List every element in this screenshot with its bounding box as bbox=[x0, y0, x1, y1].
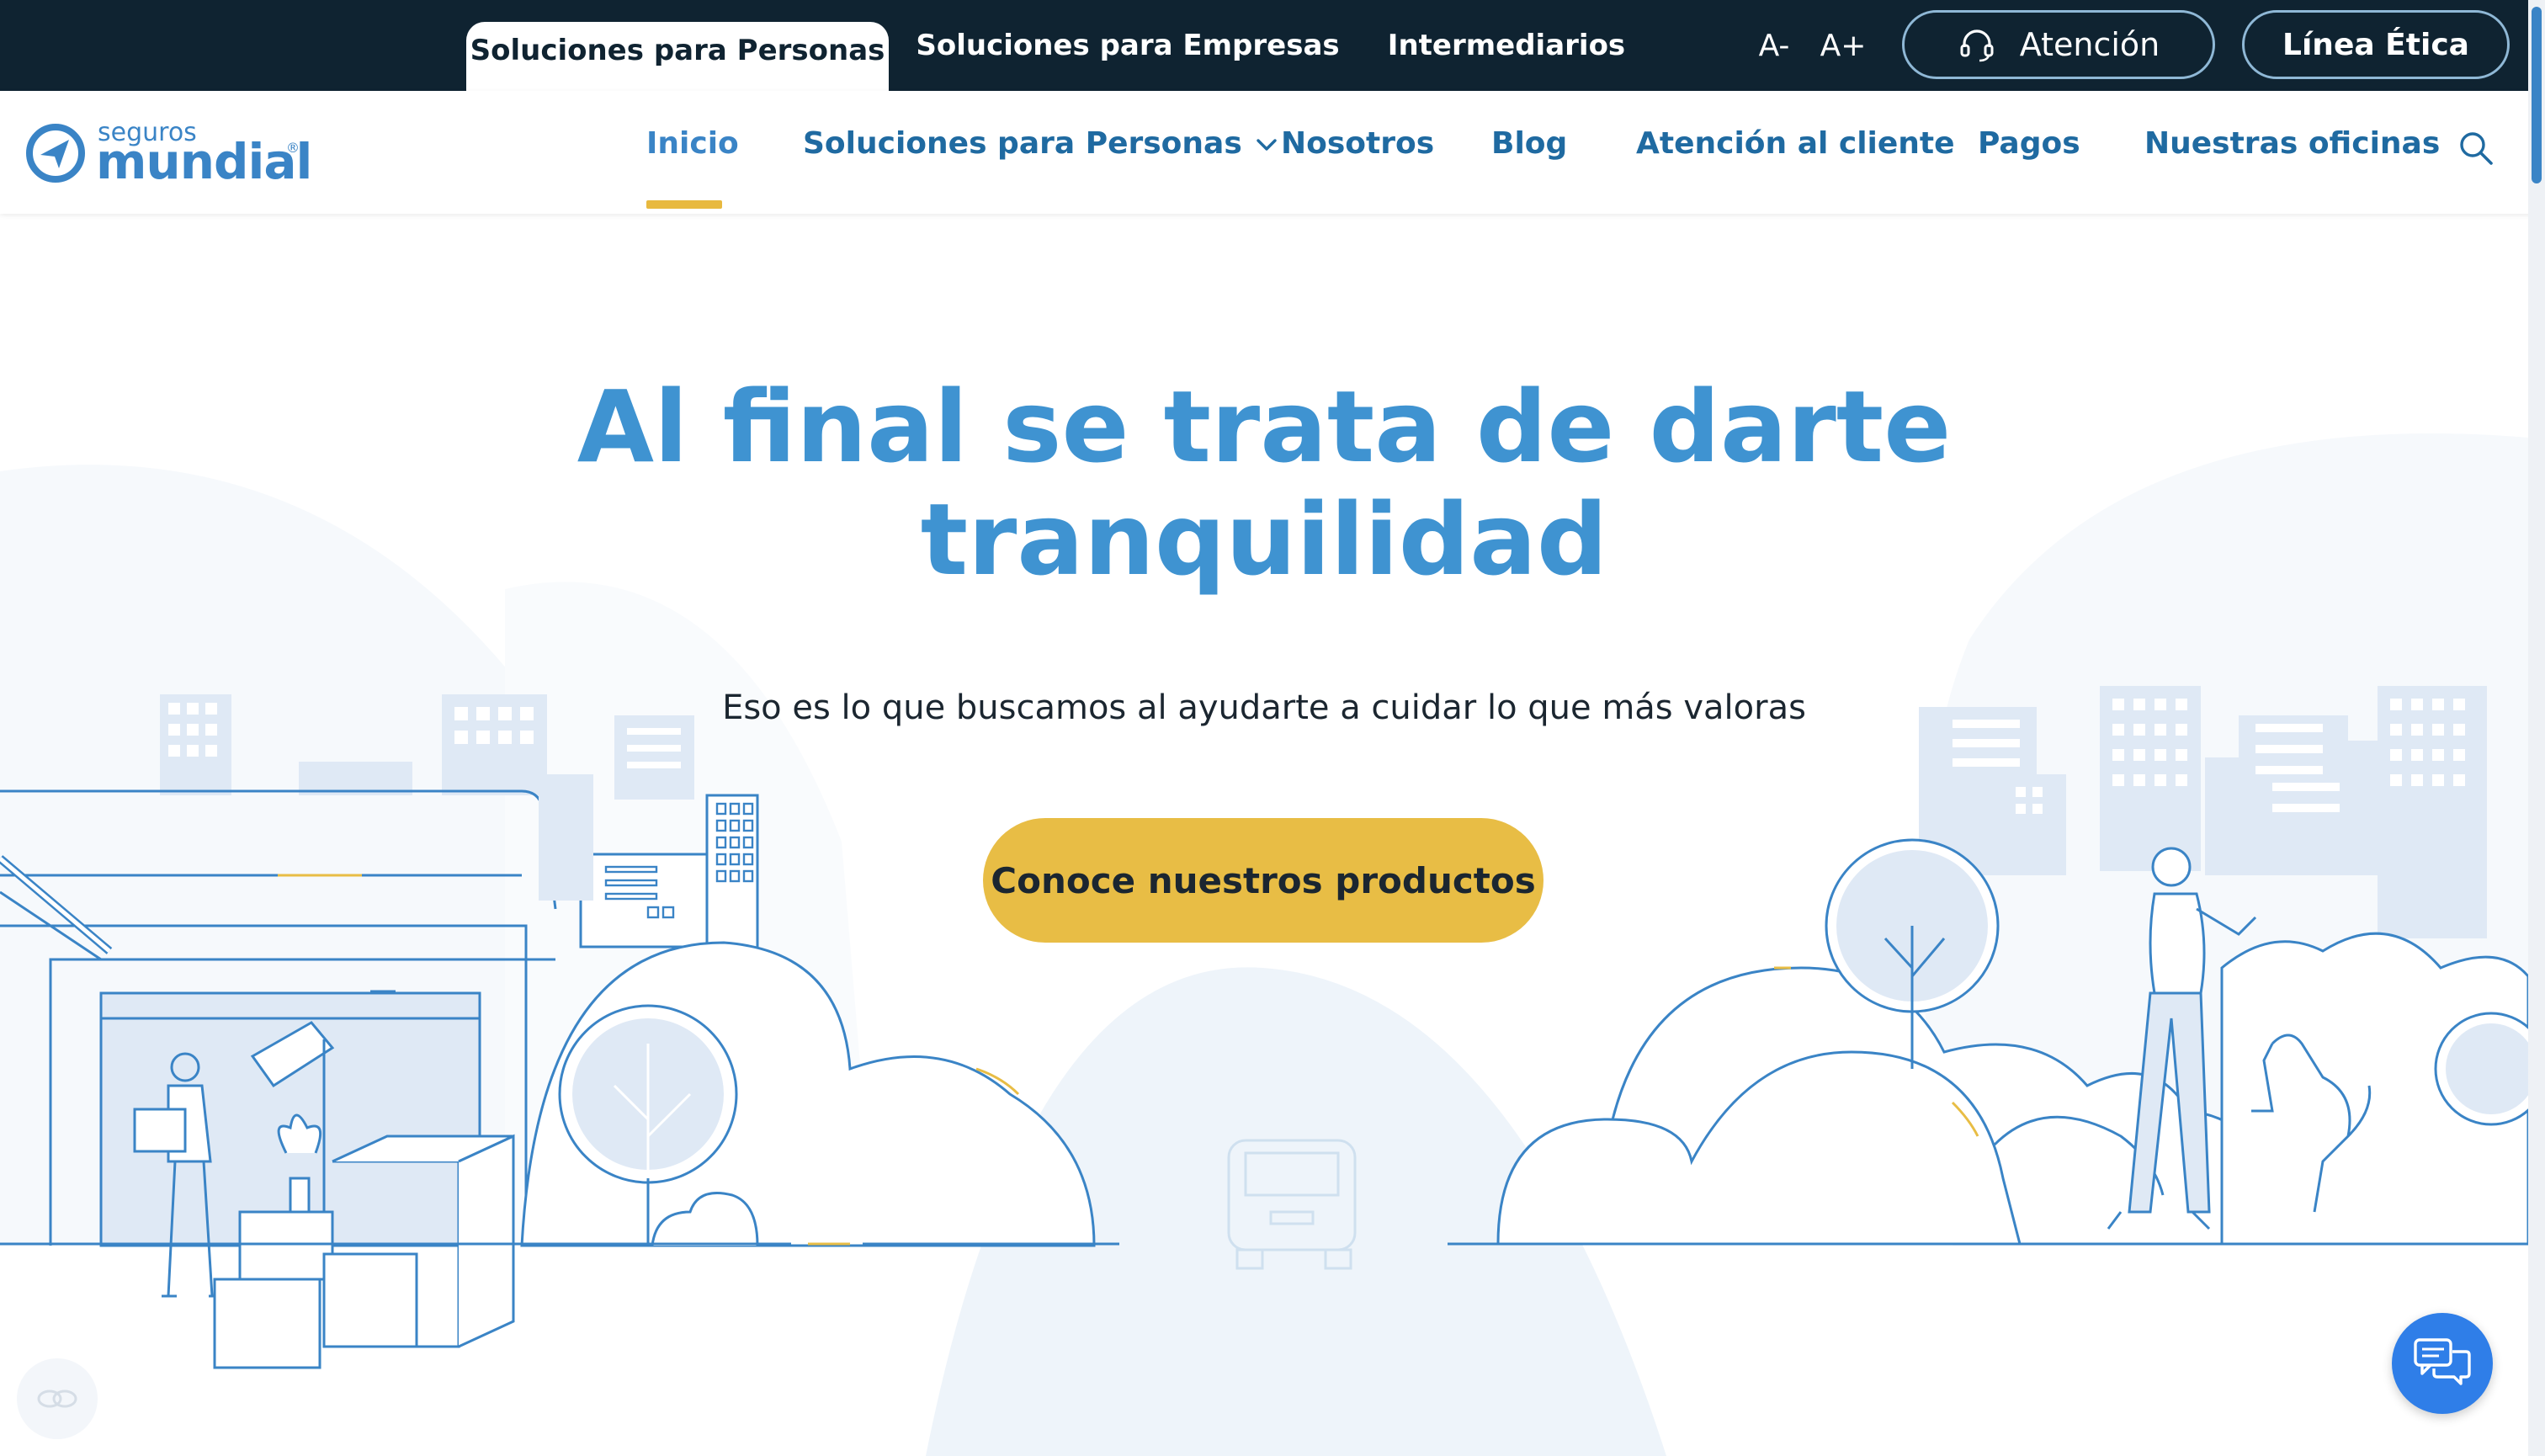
top-bar: Soluciones para Personas Soluciones para… bbox=[0, 0, 2545, 91]
nav-item-blog[interactable]: Blog bbox=[1491, 126, 1567, 168]
segment-tab-personas[interactable]: Soluciones para Personas bbox=[466, 22, 889, 91]
segment-tab-empresas[interactable]: Soluciones para Empresas bbox=[916, 0, 1339, 91]
accessibility-button[interactable] bbox=[17, 1358, 98, 1439]
hero-title-line1: Al final se trata de darte bbox=[576, 369, 1952, 485]
ethics-line-button[interactable]: Línea Ética bbox=[2242, 10, 2510, 79]
nav-item-nuestras-oficinas[interactable]: Nuestras oficinas bbox=[2144, 126, 2440, 168]
search-icon[interactable] bbox=[2457, 130, 2495, 167]
nav-item-inicio[interactable]: Inicio bbox=[646, 126, 739, 168]
hero-title-line2: tranquilidad bbox=[920, 481, 1608, 598]
font-increase-button[interactable]: A+ bbox=[1818, 22, 1868, 69]
hero-title: Al final se trata de darte tranquilidad bbox=[0, 370, 2528, 596]
logo-mark-icon bbox=[26, 124, 85, 183]
segment-tab-intermediarios[interactable]: Intermediarios bbox=[1380, 0, 1633, 91]
attention-button[interactable]: Atención bbox=[1902, 10, 2215, 79]
products-cta-button[interactable]: Conoce nuestros productos bbox=[983, 818, 1543, 943]
headset-icon bbox=[1960, 29, 1994, 62]
nav-item-atencion-cliente[interactable]: Atención al cliente bbox=[1636, 126, 1955, 168]
scrollbar-thumb[interactable] bbox=[2532, 7, 2542, 183]
nav-item-pagos[interactable]: Pagos bbox=[1978, 126, 2080, 168]
chat-icon bbox=[2414, 1338, 2471, 1385]
nav-item-soluciones-personas[interactable]: Soluciones para Personas bbox=[803, 126, 1279, 168]
nav-item-nosotros[interactable]: Nosotros bbox=[1281, 126, 1434, 168]
accessibility-icon bbox=[37, 1390, 77, 1408]
font-decrease-button[interactable]: A- bbox=[1751, 22, 1798, 69]
ethics-line-label: Línea Ética bbox=[2282, 27, 2469, 62]
seguros-mundial-logo[interactable]: seguros mundial ® bbox=[25, 118, 312, 190]
chat-button[interactable] bbox=[2392, 1313, 2493, 1414]
attention-label: Atención bbox=[2019, 26, 2160, 63]
nav-active-indicator bbox=[646, 200, 722, 209]
chevron-down-icon bbox=[1257, 139, 1277, 151]
page-scrollbar[interactable] bbox=[2528, 0, 2545, 1456]
hero-subtitle: Eso es lo que buscamos al ayudarte a cui… bbox=[722, 688, 1806, 727]
nav-item-label: Soluciones para Personas bbox=[803, 126, 1242, 161]
logo-text-mundial: mundial bbox=[96, 133, 312, 190]
logo-registered-mark: ® bbox=[286, 140, 300, 156]
